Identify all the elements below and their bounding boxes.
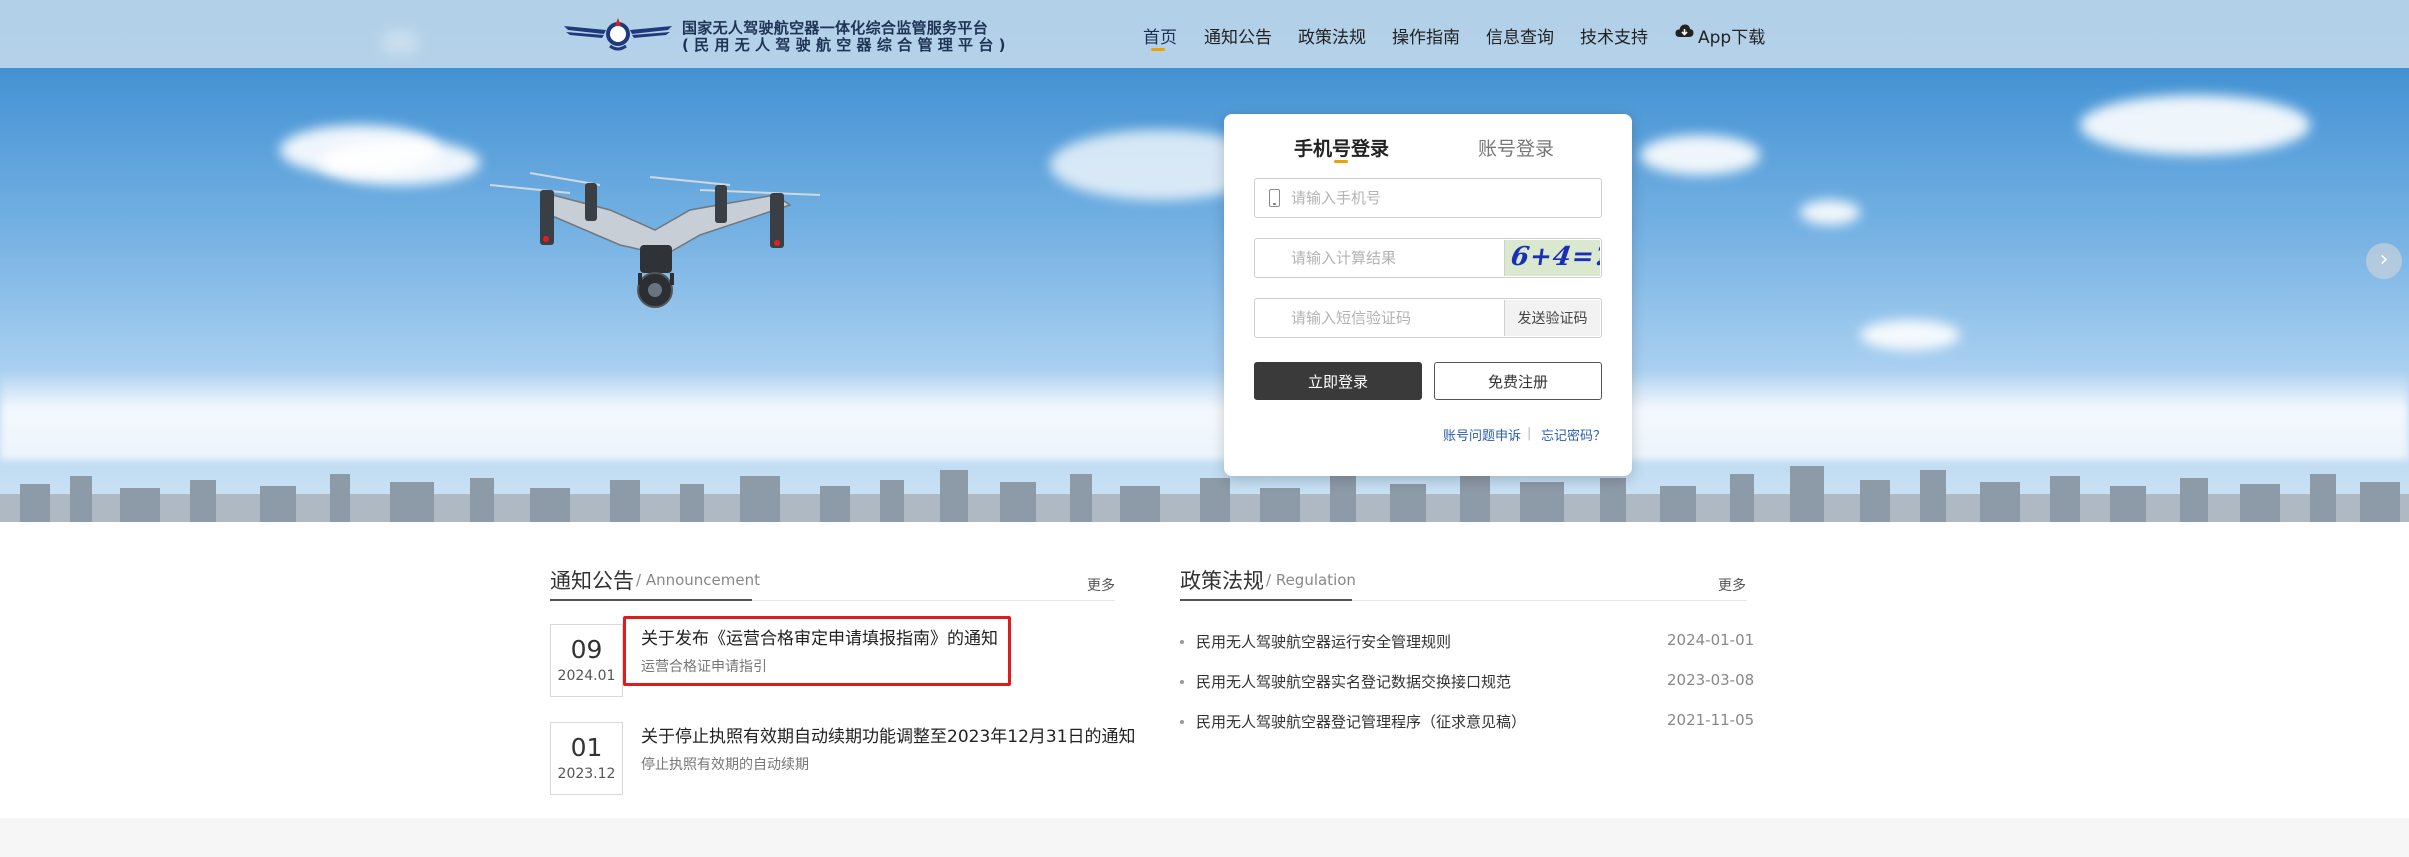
- cloud: [2080, 95, 2310, 155]
- nav-active-indicator: [1151, 48, 1165, 51]
- regulations-underline: [1180, 599, 1352, 601]
- phone-input[interactable]: [1291, 179, 1591, 217]
- cloud: [1800, 200, 1860, 225]
- register-button[interactable]: 免费注册: [1434, 362, 1602, 400]
- drone-image: [490, 172, 821, 308]
- platform-subname: (民用无人驾驶航空器综合管理平台): [682, 36, 1011, 54]
- date-badge: 09 2024.01: [550, 624, 623, 697]
- captcha-input[interactable]: [1291, 239, 1491, 277]
- nav-regulations[interactable]: 政策法规: [1298, 23, 1366, 48]
- city-skyline: [0, 466, 2409, 522]
- cloud-band: [0, 370, 2409, 460]
- regulation-date: 2023-03-08: [1667, 671, 1755, 689]
- tab-phone-login[interactable]: 手机号登录: [1294, 134, 1389, 161]
- phone-field-wrapper: [1254, 178, 1602, 218]
- nav-app-download[interactable]: App下载: [1698, 23, 1765, 48]
- site-header: 国家无人驾驶航空器一体化综合监管服务平台 (民用无人驾驶航空器综合管理平台) 首…: [0, 0, 2409, 68]
- captcha-image[interactable]: 6+4=?: [1504, 240, 1600, 276]
- hero-banner: ›: [0, 0, 2409, 522]
- cloud-download-icon: [1675, 24, 1694, 37]
- page-footer-strip: [0, 818, 2409, 857]
- account-appeal-link[interactable]: 账号问题申诉: [1443, 425, 1521, 444]
- sms-code-input[interactable]: [1291, 299, 1491, 337]
- nav-query[interactable]: 信息查询: [1486, 23, 1554, 48]
- captcha-text: 6+4=?: [1508, 242, 1600, 272]
- bullet: [1180, 640, 1184, 644]
- announcements-more-link[interactable]: 更多: [1087, 575, 1115, 595]
- chevron-right-icon: ›: [2379, 247, 2389, 272]
- regulation-date: 2021-11-05: [1667, 711, 1755, 729]
- nav-announcements[interactable]: 通知公告: [1204, 23, 1272, 48]
- nav-guide[interactable]: 操作指南: [1392, 23, 1460, 48]
- cloud: [1860, 320, 1960, 350]
- highlight-box: [623, 616, 1011, 686]
- date-day: 01: [570, 733, 603, 762]
- regulation-date: 2024-01-01: [1667, 631, 1755, 649]
- regulation-title[interactable]: 民用无人驾驶航空器实名登记数据交换接口规范: [1196, 671, 1511, 692]
- bullet: [1180, 680, 1184, 684]
- tab-active-indicator: [1334, 160, 1348, 163]
- regulations-subtitle: / Regulation: [1266, 571, 1356, 589]
- slider-next-button[interactable]: ›: [2366, 243, 2402, 279]
- forgot-password-link[interactable]: 忘记密码？: [1541, 425, 1606, 444]
- bullet: [1180, 720, 1184, 724]
- cloud: [1640, 135, 1760, 175]
- regulations-title: 政策法规: [1180, 569, 1264, 593]
- link-divider: |: [1527, 426, 1532, 441]
- date-day: 09: [570, 635, 603, 664]
- nav-home[interactable]: 首页: [1143, 23, 1177, 48]
- announcements-underline: [550, 599, 752, 601]
- send-code-button[interactable]: 发送验证码: [1504, 300, 1600, 336]
- announcement-title[interactable]: 关于停止执照有效期自动续期功能调整至2023年12月31日的通知: [641, 722, 1136, 747]
- cloud: [320, 140, 480, 185]
- nav-support[interactable]: 技术支持: [1580, 23, 1648, 48]
- captcha-field-wrapper: 6+4=?: [1254, 238, 1602, 278]
- announcements-title: 通知公告: [550, 569, 634, 593]
- date-month: 2024.01: [557, 668, 616, 684]
- regulation-title[interactable]: 民用无人驾驶航空器运行安全管理规则: [1196, 631, 1451, 652]
- regulations-more-link[interactable]: 更多: [1718, 575, 1746, 595]
- announcements-subtitle: / Announcement: [636, 571, 760, 589]
- login-button[interactable]: 立即登录: [1254, 362, 1422, 400]
- announcement-desc: 停止执照有效期的自动续期: [641, 757, 809, 773]
- mobile-phone-icon: [1269, 189, 1280, 207]
- date-badge: 01 2023.12: [550, 722, 623, 795]
- sms-field-wrapper: 发送验证码: [1254, 298, 1602, 338]
- login-card: 手机号登录 账号登录 6+4=? 发送验证码 立即登录 免费注册 账号问题申诉 …: [1224, 114, 1632, 476]
- regulation-title[interactable]: 民用无人驾驶航空器登记管理程序（征求意见稿）: [1196, 711, 1526, 732]
- content-area: 通知公告 / Announcement 更多 09 2024.01 关于发布《运…: [0, 522, 2409, 857]
- tab-account-login[interactable]: 账号登录: [1478, 134, 1554, 161]
- date-month: 2023.12: [557, 766, 616, 782]
- caac-logo: [564, 18, 672, 51]
